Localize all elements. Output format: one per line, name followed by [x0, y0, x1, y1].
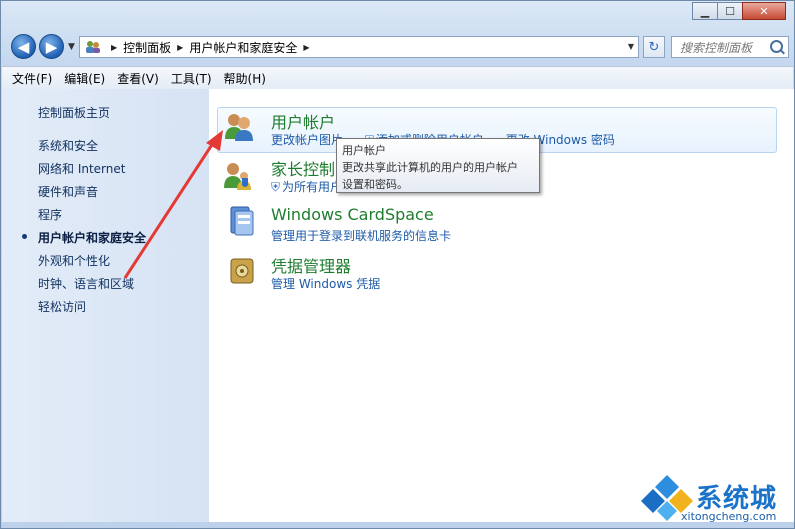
credential-manager-icon[interactable] — [227, 255, 259, 287]
search-box[interactable]: 搜索控制面板 — [671, 36, 789, 58]
search-icon[interactable] — [770, 40, 783, 53]
forward-button[interactable]: ▶ — [39, 34, 64, 59]
tooltip-line: 更改共享此计算机的用户的用户帐户 — [342, 161, 518, 174]
breadcrumb-user-accounts[interactable]: 用户帐户和家庭安全 — [189, 39, 297, 56]
control-panel-window: ▁ ☐ ✕ ◀ ▶ ▼ ▶ 控制面板 ▶ 用户帐户和家庭安全 ▶ ▼ ↻ 搜索控… — [0, 0, 795, 529]
sidebar-item-ease-of-access[interactable]: 轻松访问 — [38, 298, 86, 315]
caption-buttons: ▁ ☐ ✕ — [692, 2, 786, 21]
tooltip: 用户帐户 更改共享此计算机的用户的用户帐户 设置和密码。 — [336, 138, 540, 193]
refresh-button[interactable]: ↻ — [643, 36, 665, 58]
sidebar-item-programs[interactable]: 程序 — [38, 206, 62, 223]
active-item-bullet-icon — [22, 234, 27, 239]
menu-view[interactable]: 查看(V) — [117, 70, 159, 87]
sidebar-item-appearance[interactable]: 外观和个性化 — [38, 252, 110, 269]
control-panel-icon — [85, 40, 101, 54]
sidebar-item-hardware-sound[interactable]: 硬件和声音 — [38, 183, 98, 200]
address-bar[interactable]: ▶ 控制面板 ▶ 用户帐户和家庭安全 ▶ ▼ — [79, 36, 639, 58]
tooltip-line: 设置和密码。 — [342, 178, 408, 191]
watermark: 系统城 xitongcheng.com — [641, 469, 791, 527]
minimize-button[interactable]: ▁ — [692, 2, 718, 20]
category-title[interactable]: 凭据管理器 — [271, 253, 351, 277]
watermark-domain: xitongcheng.com — [681, 510, 777, 523]
menu-help[interactable]: 帮助(H) — [224, 70, 266, 87]
cardspace-icon[interactable] — [227, 205, 259, 237]
search-placeholder: 搜索控制面板 — [680, 40, 753, 55]
category-links: 管理用于登录到联机服务的信息卡 — [271, 227, 451, 244]
annotation-arrow-icon — [123, 130, 223, 279]
link-manage-windows-credentials[interactable]: 管理 Windows 凭据 — [271, 277, 380, 291]
link-change-picture[interactable]: 更改帐户图片 — [271, 133, 343, 147]
breadcrumb-separator-icon[interactable]: ▶ — [177, 43, 183, 52]
sidebar-item-system-security[interactable]: 系统和安全 — [38, 137, 98, 154]
close-button[interactable]: ✕ — [742, 2, 786, 20]
category-title[interactable]: 家长控制 — [271, 156, 335, 180]
address-dropdown-icon[interactable]: ▼ — [628, 42, 634, 51]
breadcrumb-separator-icon[interactable]: ▶ — [111, 43, 117, 52]
menu-tools[interactable]: 工具(T) — [171, 70, 212, 87]
breadcrumb-separator-icon[interactable]: ▶ — [303, 43, 309, 52]
menu-bar: 文件(F) 编辑(E) 查看(V) 工具(T) 帮助(H) — [2, 66, 793, 90]
breadcrumb-control-panel[interactable]: 控制面板 — [123, 39, 171, 56]
sidebar-control-panel-home[interactable]: 控制面板主页 — [38, 104, 110, 121]
maximize-button[interactable]: ☐ — [717, 2, 743, 20]
link-manage-info-cards[interactable]: 管理用于登录到联机服务的信息卡 — [271, 229, 451, 243]
menu-edit[interactable]: 编辑(E) — [64, 70, 105, 87]
shield-icon: ⛨ — [271, 180, 281, 194]
recent-pages-dropdown[interactable]: ▼ — [68, 42, 75, 52]
tooltip-title: 用户帐户 — [342, 144, 386, 157]
navigation-bar: ◀ ▶ ▼ ▶ 控制面板 ▶ 用户帐户和家庭安全 ▶ ▼ ↻ 搜索控制面板 — [9, 34, 789, 60]
back-button[interactable]: ◀ — [11, 34, 36, 59]
category-title[interactable]: Windows CardSpace — [271, 205, 434, 224]
menu-file[interactable]: 文件(F) — [12, 70, 52, 87]
category-title[interactable]: 用户帐户 — [271, 109, 335, 133]
category-links: 管理 Windows 凭据 — [271, 275, 380, 292]
